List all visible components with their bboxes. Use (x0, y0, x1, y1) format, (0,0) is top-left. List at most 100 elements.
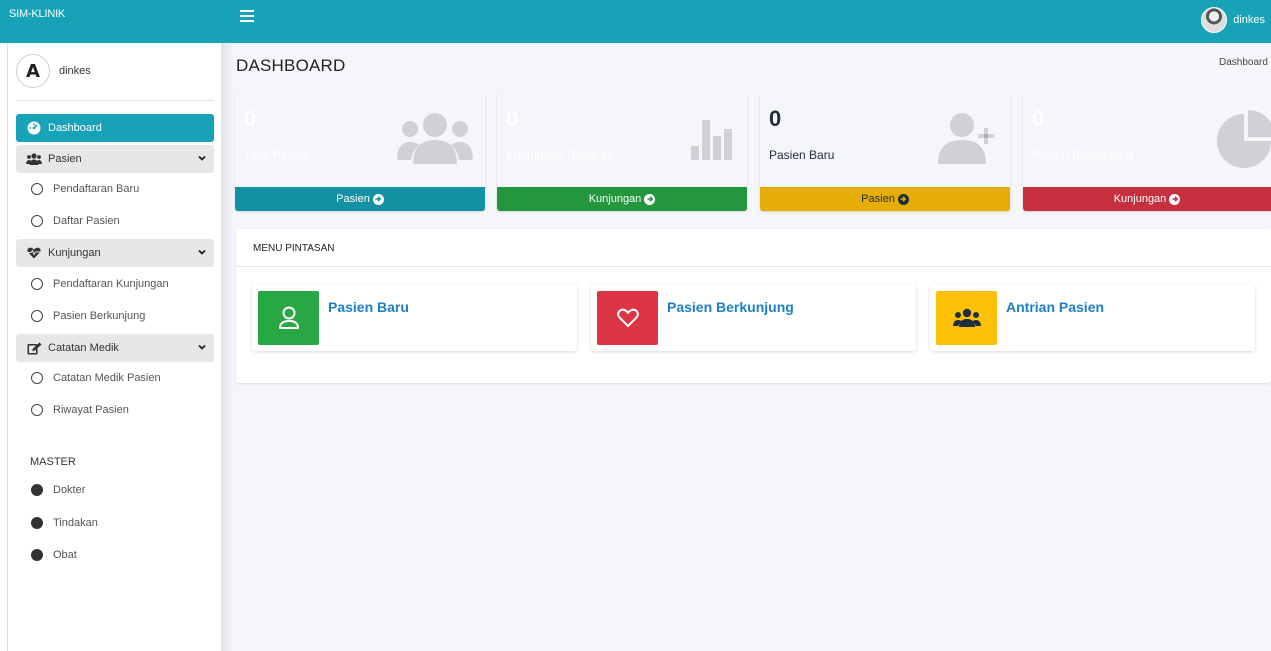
box-label: Pasien Baru (769, 148, 835, 162)
box-footer-link[interactable]: Kunjungan (1023, 187, 1271, 211)
shortcut-icon-box (258, 291, 319, 345)
chevron-down-icon (198, 344, 206, 350)
sidebar-item-dashboard[interactable]: Dashboard (16, 114, 214, 142)
sidebar-item-pasien-berkunjung[interactable]: Pasien Berkunjung (16, 303, 214, 329)
small-box-pasien-berkunjung: 0 Pasien Berkunjung Kunjungan (1023, 92, 1271, 211)
box-footer-label: Kunjungan (588, 193, 642, 205)
box-value: 0 (1032, 106, 1045, 131)
shortcut-pasien-berkunjung[interactable]: Pasien Berkunjung (591, 284, 916, 351)
box-footer-label: Pasien (861, 193, 895, 205)
box-footer-label: Kunjungan (1113, 193, 1167, 205)
user-panel[interactable]: A dinkes (16, 54, 91, 88)
arrow-circle-right-icon (1169, 193, 1181, 205)
sidebar-item-label: Tindakan (53, 517, 98, 529)
sidebar-item-catatan-medik[interactable]: Catatan Medik (16, 334, 214, 362)
circle-filled-icon (31, 517, 43, 529)
sidebar-item-label: Catatan Medik Pasien (53, 372, 161, 384)
sidebar-item-tindakan[interactable]: Tindakan (16, 510, 214, 536)
chevron-down-icon (198, 155, 206, 161)
sidebar-item-pendaftaran-kunjungan[interactable]: Pendaftaran Kunjungan (16, 271, 214, 297)
dashboard-icon (26, 121, 42, 135)
sidebar-item-label: Pasien Berkunjung (53, 310, 146, 322)
shortcut-title: Pasien Berkunjung (667, 299, 794, 315)
heartbeat-icon (26, 247, 42, 259)
sidebar-shadow (222, 43, 234, 651)
sidebar-item-label: Kunjungan (48, 247, 101, 259)
breadcrumb[interactable]: Dashboard (1219, 57, 1271, 68)
page-title: DASHBOARD (236, 56, 346, 75)
sidebar: A dinkes Dashboard Pasien Pendaftaran Ba… (8, 43, 222, 651)
circle-icon (31, 404, 43, 416)
sidebar-item-label: Pendaftaran Kunjungan (53, 278, 169, 290)
circle-icon (31, 278, 43, 290)
box-label: Kunjungan Bulan ini (506, 148, 613, 162)
chevron-down-icon (198, 249, 206, 255)
box-footer-link[interactable]: Pasien (235, 187, 485, 211)
menu-toggle-icon[interactable] (240, 10, 254, 22)
shortcut-title: Antrian Pasien (1006, 299, 1105, 315)
sidebar-item-label: Catatan Medik (48, 342, 119, 354)
circle-icon (31, 372, 43, 384)
arrow-circle-right-icon (644, 193, 656, 205)
box-value: 0 (244, 106, 257, 131)
box-footer-label: Pasien (336, 193, 370, 205)
box-label: Pasien Berkunjung (1032, 148, 1133, 162)
user-menu-name: dinkes (1233, 14, 1265, 26)
user-logo: A (16, 54, 50, 88)
sidebar-item-daftar-pasien[interactable]: Daftar Pasien (16, 208, 214, 234)
window-edge (0, 43, 8, 651)
sidebar-item-label: Obat (53, 549, 77, 561)
box-value: 0 (506, 106, 519, 131)
sidebar-item-label: Dashboard (48, 122, 102, 134)
sidebar-item-label: Riwayat Pasien (53, 404, 129, 416)
sidebar-item-riwayat-pasien[interactable]: Riwayat Pasien (16, 397, 214, 423)
pie-chart-icon (1217, 110, 1271, 168)
sidebar-item-label: Pasien (48, 153, 82, 165)
box-footer-link[interactable]: Kunjungan (497, 187, 747, 211)
small-box-kunjungan-bulan-ini: 0 Kunjungan Bulan ini Kunjungan (497, 92, 747, 211)
master-header: MASTER (30, 456, 76, 468)
brand-link[interactable]: SIM-KLINIK (0, 0, 222, 43)
box-label: Total Pasien (244, 148, 310, 162)
box-footer-link[interactable]: Pasien (760, 187, 1010, 211)
shortcut-icon-box (597, 291, 658, 345)
shortcut-pasien-baru[interactable]: Pasien Baru (252, 284, 577, 351)
bar-chart-icon (691, 120, 732, 160)
sidebar-item-kunjungan[interactable]: Kunjungan (16, 239, 214, 267)
circle-icon (31, 310, 43, 322)
sidebar-item-pendaftaran-baru[interactable]: Pendaftaran Baru (16, 176, 214, 202)
shortcut-antrian-pasien[interactable]: Antrian Pasien (930, 284, 1255, 351)
sidebar-item-label: Daftar Pasien (53, 215, 120, 227)
arrow-circle-right-icon (897, 193, 909, 205)
box-value: 0 (769, 106, 782, 131)
user-icon (278, 306, 299, 329)
users-icon (397, 113, 473, 164)
circle-icon (31, 183, 43, 195)
circle-icon (31, 215, 43, 227)
small-box-pasien-baru: 0 Pasien Baru Pasien (760, 92, 1010, 211)
user-menu[interactable]: dinkes (1201, 5, 1265, 35)
sidebar-item-pasien[interactable]: Pasien (16, 145, 214, 173)
edit-icon (26, 342, 42, 354)
sidebar-item-dokter[interactable]: Dokter (16, 477, 214, 503)
shortcut-card: MENU PINTASAN Pasien Baru Pasien Berkunj… (236, 229, 1271, 383)
sidebar-item-label: Pendaftaran Baru (53, 183, 140, 195)
card-title: MENU PINTASAN (236, 229, 1271, 267)
user-avatar (1201, 7, 1228, 33)
users-icon (26, 153, 42, 165)
sidebar-item-label: Dokter (53, 484, 86, 496)
sidebar-user-name: dinkes (59, 65, 91, 77)
user-plus-icon (938, 113, 994, 164)
divider (16, 100, 214, 101)
heart-icon (616, 308, 639, 327)
sidebar-item-catatan-medik-pasien[interactable]: Catatan Medik Pasien (16, 365, 214, 391)
sidebar-item-obat[interactable]: Obat (16, 542, 214, 568)
users-icon (952, 308, 981, 327)
arrow-circle-right-icon (372, 193, 384, 205)
shortcut-title: Pasien Baru (328, 299, 409, 315)
shortcut-icon-box (936, 291, 997, 345)
small-box-total-pasien: 0 Total Pasien Pasien (235, 92, 485, 211)
circle-filled-icon (31, 549, 43, 561)
circle-filled-icon (31, 484, 43, 496)
top-navbar: SIM-KLINIK dinkes (0, 0, 1271, 43)
